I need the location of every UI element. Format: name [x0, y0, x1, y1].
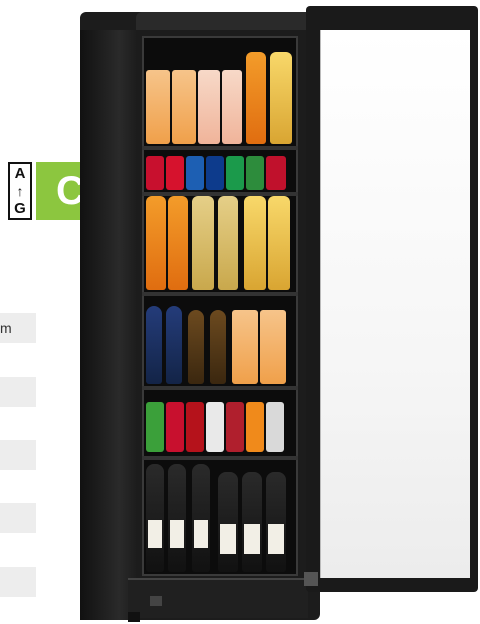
- energy-scale-indicator: A ↑ G: [8, 162, 32, 220]
- juice-bottle: [192, 196, 214, 290]
- soda-can: [266, 156, 286, 190]
- wine-bottle: [242, 472, 262, 572]
- juice-carton: [222, 70, 242, 144]
- wine-label: [220, 524, 236, 554]
- juice-carton: [232, 310, 258, 384]
- soda-can: [266, 402, 284, 452]
- fridge-foot: [128, 612, 140, 622]
- soda-can: [226, 402, 244, 452]
- wine-bottle: [168, 464, 186, 572]
- wine-bottle: [192, 464, 210, 572]
- wine-label: [194, 520, 208, 548]
- wine-label: [148, 520, 162, 548]
- door-glass-panel: [320, 30, 470, 578]
- soda-can: [186, 402, 204, 452]
- spec-row-4: [0, 503, 36, 533]
- soda-can: [206, 402, 224, 452]
- spec-row-text: m: [0, 320, 12, 336]
- spec-row-5: [0, 567, 36, 597]
- spec-row-2: [0, 377, 36, 407]
- energy-scale-top: A: [14, 165, 26, 182]
- juice-bottle: [246, 52, 266, 144]
- shelf: [142, 292, 298, 296]
- wine-bottle: [266, 472, 286, 572]
- spec-row-3: [0, 440, 36, 470]
- fridge-side-panel: [80, 30, 136, 620]
- shelf: [142, 386, 298, 390]
- beer-bottle: [146, 306, 162, 384]
- door-hinge: [304, 572, 318, 586]
- wine-bottle: [218, 472, 238, 572]
- wine-label: [170, 520, 184, 548]
- base-grille: [150, 596, 162, 606]
- juice-bottle: [244, 196, 266, 290]
- juice-bottle: [270, 52, 292, 144]
- beer-bottle: [188, 310, 204, 384]
- soda-can: [246, 402, 264, 452]
- juice-bottle: [268, 196, 290, 290]
- soda-can: [146, 156, 164, 190]
- beer-bottle: [166, 306, 182, 384]
- juice-carton: [146, 70, 170, 144]
- wine-bottle: [146, 464, 164, 572]
- soda-can: [226, 156, 244, 190]
- juice-bottle: [146, 196, 166, 290]
- fridge-top: [136, 12, 316, 30]
- juice-carton: [172, 70, 196, 144]
- juice-carton: [260, 310, 286, 384]
- beer-bottle: [210, 310, 226, 384]
- shelf: [142, 146, 298, 150]
- juice-bottle: [218, 196, 238, 290]
- soda-can: [146, 402, 164, 452]
- juice-bottle: [168, 196, 188, 290]
- soda-can: [186, 156, 204, 190]
- arrow-up-icon: ↑: [16, 183, 24, 199]
- soda-can: [206, 156, 224, 190]
- juice-carton: [198, 70, 220, 144]
- wine-label: [244, 524, 260, 554]
- soda-can: [166, 402, 184, 452]
- wine-label: [268, 524, 284, 554]
- soda-can: [166, 156, 184, 190]
- energy-scale-bottom: G: [14, 200, 26, 217]
- soda-can: [246, 156, 264, 190]
- shelf: [142, 456, 298, 460]
- spec-row-1: m: [0, 313, 36, 343]
